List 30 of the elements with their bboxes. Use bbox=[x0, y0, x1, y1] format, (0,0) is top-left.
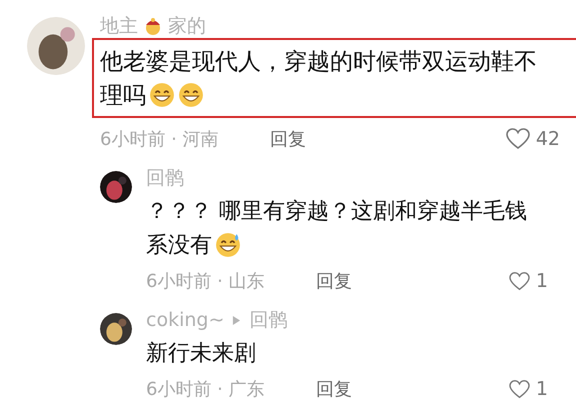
comment-text: 他老婆是现代人，穿越的时候带双运动鞋不 bbox=[100, 48, 537, 76]
username[interactable]: 回鹘 bbox=[146, 165, 184, 191]
comment-text: 理吗 bbox=[100, 82, 146, 110]
username[interactable]: 家的 bbox=[168, 13, 206, 39]
reply-link[interactable]: 回复 bbox=[316, 377, 352, 401]
like-count: 1 bbox=[536, 378, 548, 400]
grin-emoji-icon bbox=[149, 82, 175, 108]
comment-text: 系没有 bbox=[146, 232, 212, 260]
play-icon bbox=[232, 314, 242, 326]
time-location: 6小时前 · 河南 bbox=[100, 128, 220, 151]
sweat-smile-emoji-icon bbox=[215, 232, 241, 258]
avatar[interactable] bbox=[27, 17, 85, 75]
heart-icon[interactable] bbox=[508, 272, 530, 290]
username[interactable]: 地主 bbox=[100, 13, 138, 39]
heart-icon[interactable] bbox=[506, 128, 530, 150]
username[interactable]: coking~ bbox=[146, 309, 224, 331]
comment-text: 新行未来剧 bbox=[146, 340, 256, 368]
reply-link[interactable]: 回复 bbox=[316, 269, 352, 293]
time-location: 6小时前 · 广东 bbox=[146, 378, 266, 401]
emoji-icon bbox=[143, 16, 163, 36]
username[interactable]: 回鹘 bbox=[249, 307, 288, 333]
avatar[interactable] bbox=[100, 313, 132, 345]
reply-link[interactable]: 回复 bbox=[270, 127, 306, 151]
like-count: 1 bbox=[536, 270, 548, 292]
time-location: 6小时前 · 山东 bbox=[146, 270, 266, 293]
grin-emoji-icon bbox=[178, 82, 204, 108]
heart-icon[interactable] bbox=[508, 380, 530, 398]
like-count: 42 bbox=[536, 128, 560, 150]
avatar[interactable] bbox=[100, 171, 132, 203]
comment-text: ？？？ 哪里有穿越？这剧和穿越半毛钱 bbox=[146, 198, 527, 226]
